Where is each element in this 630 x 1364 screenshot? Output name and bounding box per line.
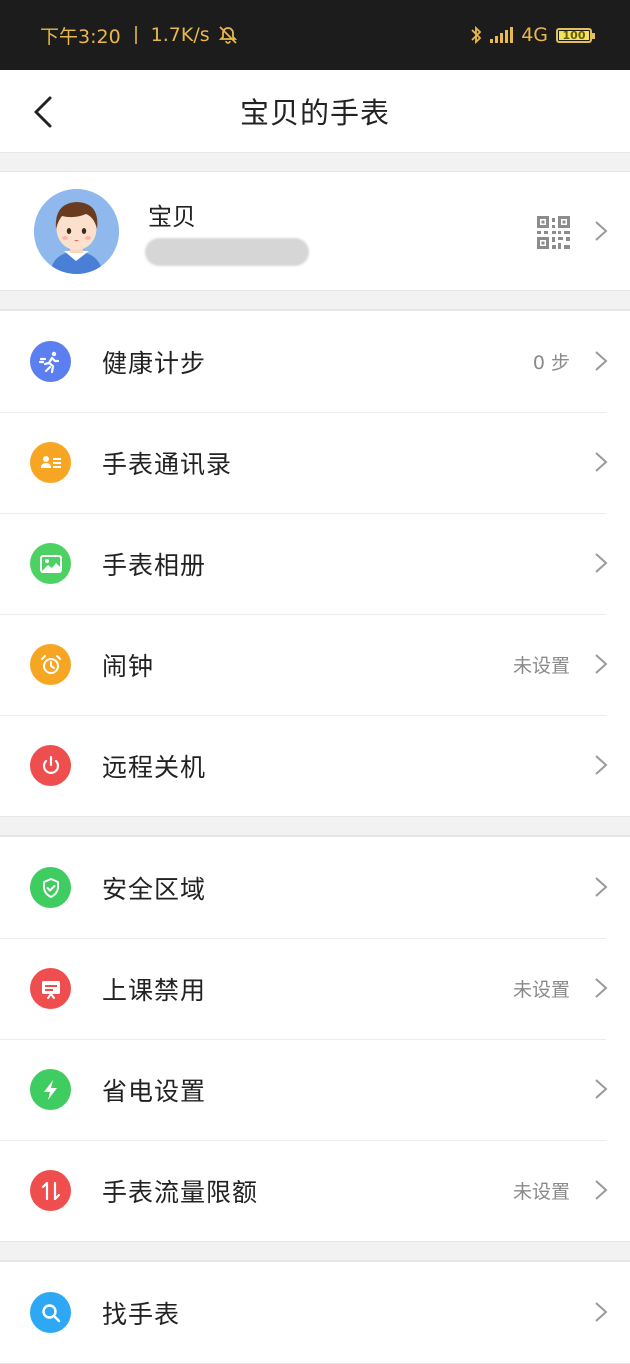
chevron-right-icon: [595, 978, 608, 998]
menu-label: 找手表: [102, 1299, 181, 1329]
menu-label: 健康计步: [102, 348, 207, 378]
menu-label: 省电设置: [102, 1076, 207, 1106]
menu-item-class-ban[interactable]: 上课禁用 未设置: [0, 938, 630, 1039]
chevron-right-icon: [595, 553, 608, 573]
chevron-right-icon: [595, 1302, 608, 1322]
child-avatar-icon: [34, 189, 119, 274]
menu-value: 未设置: [512, 1181, 570, 1203]
menu-item-album[interactable]: 手表相册: [0, 513, 630, 614]
section-gap: [0, 153, 630, 172]
chevron-right-icon: [595, 877, 608, 897]
contacts-icon: [30, 442, 71, 483]
menu-item-data-limit[interactable]: 手表流量限额 未设置: [0, 1140, 630, 1241]
alarm-clock-icon: [30, 644, 71, 685]
signal-icon: [490, 27, 514, 43]
power-icon: [30, 745, 71, 786]
status-divider: [134, 26, 137, 44]
chevron-right-icon: [595, 351, 608, 371]
menu-item-power-save[interactable]: 省电设置: [0, 1039, 630, 1140]
menu-group-settings: 安全区域 上课禁用 未设置 省电设置 手表流量限额 未设置: [0, 836, 630, 1242]
alarm-off-icon: [218, 26, 237, 44]
profile-card[interactable]: 宝贝: [0, 172, 630, 291]
menu-label: 闹钟: [102, 651, 155, 681]
menu-item-contacts[interactable]: 手表通讯录: [0, 412, 630, 513]
status-net-speed: 1.7K/s: [150, 24, 210, 46]
status-time: 下午3:20: [40, 25, 121, 48]
redacted-info: [145, 238, 309, 266]
chevron-right-icon: [595, 1180, 608, 1200]
back-arrow-icon[interactable]: [30, 92, 60, 132]
status-left: 下午3:20 1.7K/s: [40, 22, 238, 49]
running-icon: [30, 341, 71, 382]
status-network: 4G: [521, 24, 548, 46]
menu-label: 手表流量限额: [102, 1177, 259, 1207]
menu-label: 手表相册: [102, 550, 207, 580]
menu-group-find: 找手表: [0, 1261, 630, 1364]
nav-bar: 宝贝的手表: [0, 70, 630, 153]
battery-icon: 100: [556, 27, 595, 43]
section-gap: [0, 291, 630, 310]
menu-item-remote-shutdown[interactable]: 远程关机: [0, 715, 630, 816]
status-right: 4G 100: [470, 24, 595, 46]
search-icon: [30, 1292, 71, 1333]
menu-label: 安全区域: [102, 874, 207, 904]
bluetooth-icon: [471, 25, 482, 45]
section-gap: [0, 817, 630, 836]
menu-label: 上课禁用: [102, 975, 207, 1005]
qr-code-icon[interactable]: [537, 216, 570, 249]
chevron-right-icon: [595, 755, 608, 775]
profile-name: 宝贝: [148, 203, 196, 231]
status-bar: 下午3:20 1.7K/s 4G 100: [0, 0, 630, 70]
menu-label: 远程关机: [102, 752, 207, 782]
avatar[interactable]: [34, 189, 119, 274]
battery-level: 100: [562, 28, 586, 42]
classroom-icon: [30, 968, 71, 1009]
menu-label: 手表通讯录: [102, 449, 233, 479]
menu-group-watch: 健康计步 0 步 手表通讯录 手表相册 闹钟 未设置 远程关机: [0, 310, 630, 817]
lightning-icon: [30, 1069, 71, 1110]
menu-value: 未设置: [512, 655, 570, 677]
photo-icon: [30, 543, 71, 584]
menu-item-find-watch[interactable]: 找手表: [0, 1262, 630, 1363]
menu-item-health-steps[interactable]: 健康计步 0 步: [0, 311, 630, 412]
shield-check-icon: [30, 867, 71, 908]
chevron-right-icon: [595, 452, 608, 472]
page-title: 宝贝的手表: [239, 96, 390, 130]
menu-value: 0 步: [532, 352, 570, 374]
data-traffic-icon: [30, 1170, 71, 1211]
menu-value: 未设置: [512, 979, 570, 1001]
chevron-right-icon: [595, 1079, 608, 1099]
menu-item-alarm[interactable]: 闹钟 未设置: [0, 614, 630, 715]
chevron-right-icon: [595, 221, 608, 241]
chevron-right-icon: [595, 654, 608, 674]
section-gap: [0, 1242, 630, 1261]
menu-item-safe-zone[interactable]: 安全区域: [0, 837, 630, 938]
